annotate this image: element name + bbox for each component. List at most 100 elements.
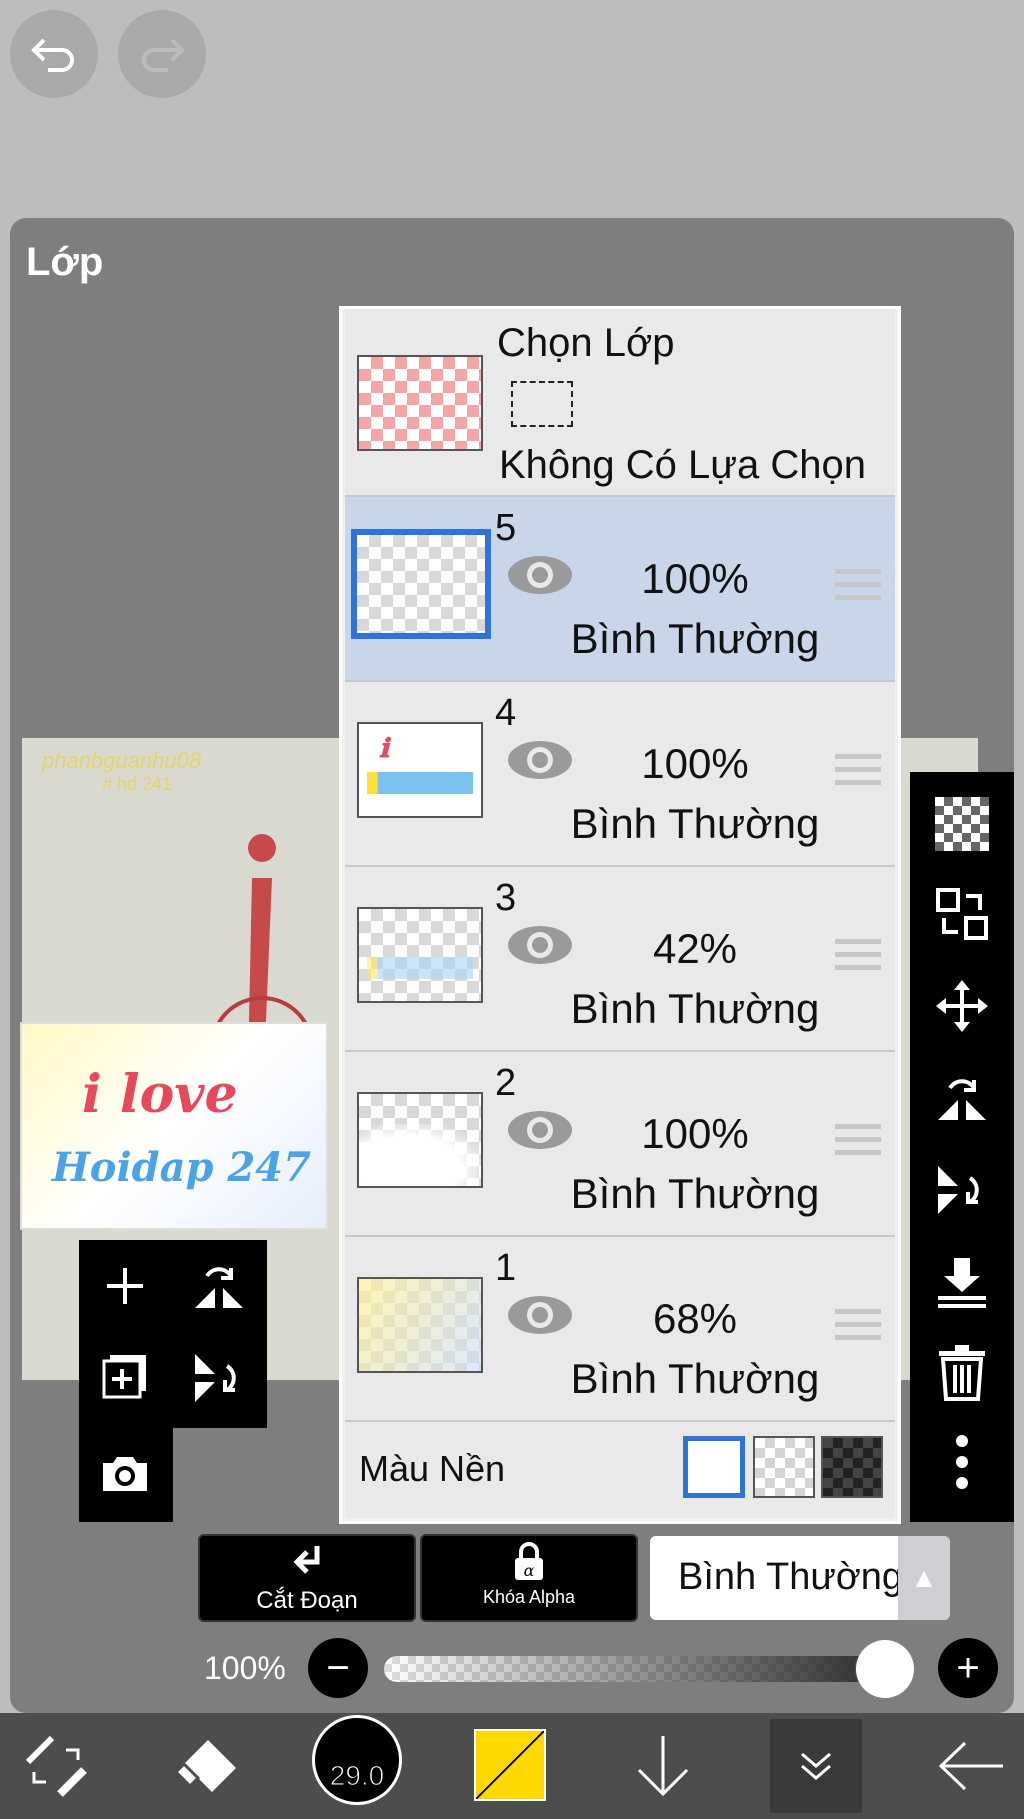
selection-thumbnail bbox=[357, 355, 483, 451]
background-color-label: Màu Nền bbox=[359, 1448, 506, 1489]
layer-opacity: 100% bbox=[641, 555, 749, 602]
layer-actions-toolbar bbox=[910, 772, 1014, 1522]
opacity-label: 100% bbox=[204, 1650, 286, 1686]
merge-down-icon[interactable] bbox=[932, 1252, 992, 1312]
canvas-watermark-tag: # hd 241 bbox=[102, 774, 173, 794]
drag-handle-icon[interactable] bbox=[835, 754, 881, 793]
flip-horizontal-icon[interactable] bbox=[189, 1256, 249, 1316]
redo-icon bbox=[142, 38, 185, 72]
chevron-up-icon: ▲ bbox=[898, 1536, 950, 1620]
blend-mode-select[interactable]: Bình Thường ▲ bbox=[650, 1536, 950, 1620]
layer-row-1[interactable]: 1 68% Bình Thường bbox=[345, 1237, 895, 1422]
collapse-panel-button[interactable] bbox=[770, 1719, 862, 1813]
transform-tool-button[interactable] bbox=[18, 1723, 94, 1809]
layer-number: 4 bbox=[495, 692, 517, 734]
add-layer-icon[interactable] bbox=[95, 1256, 155, 1316]
arrow-down-icon bbox=[637, 1736, 689, 1797]
layer-number: 2 bbox=[495, 1062, 517, 1104]
layer-mode: Bình Thường bbox=[570, 1355, 820, 1402]
thumbnail-art bbox=[359, 1279, 481, 1371]
layer-mode: Bình Thường bbox=[570, 1170, 820, 1217]
layer-list: Chọn Lớp Không Có Lựa Chọn 5 100% Bình T… bbox=[339, 306, 901, 1524]
background-white-option[interactable] bbox=[683, 1436, 745, 1498]
selection-title: Chọn Lớp bbox=[497, 321, 675, 365]
background-color-row: Màu Nền bbox=[345, 1422, 895, 1518]
layer-thumbnail bbox=[351, 529, 491, 639]
background-dark-option[interactable] bbox=[821, 1436, 883, 1498]
eye-icon[interactable] bbox=[507, 1295, 573, 1335]
svg-text:α: α bbox=[524, 1561, 535, 1580]
selection-layer-row[interactable]: Chọn Lớp Không Có Lựa Chọn bbox=[345, 309, 895, 497]
layer-thumbnail bbox=[357, 1277, 483, 1373]
selection-status: Không Có Lựa Chọn bbox=[499, 443, 867, 487]
layer-row-4[interactable]: ℹ 4 100% Bình Thường bbox=[345, 682, 895, 867]
layer-mode: Bình Thường bbox=[570, 615, 820, 662]
layer-opacity: 68% bbox=[652, 1295, 738, 1342]
transform-icon bbox=[25, 1735, 87, 1797]
panel-title: Lớp bbox=[26, 240, 104, 284]
flip-vertical-icon[interactable] bbox=[189, 1348, 249, 1408]
layer-number: 1 bbox=[495, 1247, 517, 1289]
back-button[interactable] bbox=[932, 1723, 1012, 1809]
blend-mode-value: Bình Thường bbox=[678, 1556, 904, 1598]
layer-number: 3 bbox=[495, 877, 517, 919]
camera-tool-panel bbox=[79, 1428, 173, 1522]
eye-icon[interactable] bbox=[507, 740, 573, 780]
layer-opacity: 42% bbox=[652, 925, 738, 972]
add-layer-tools bbox=[79, 1240, 267, 1428]
opacity-slider-thumb[interactable] bbox=[856, 1640, 914, 1698]
arrow-left-icon bbox=[938, 1741, 1003, 1791]
lock-icon: α bbox=[515, 1542, 543, 1580]
duplicate-layer-icon[interactable] bbox=[95, 1348, 155, 1408]
background-transparent-option[interactable] bbox=[753, 1436, 815, 1498]
brush-size-value: 29.0 bbox=[329, 1760, 385, 1792]
checkerboard-icon[interactable] bbox=[932, 794, 992, 854]
layer-mode: Bình Thường bbox=[570, 800, 820, 847]
layer-down-button[interactable] bbox=[630, 1723, 696, 1809]
drag-handle-icon[interactable] bbox=[835, 569, 881, 608]
color-swatch-button[interactable] bbox=[474, 1729, 546, 1801]
layer-thumbnail bbox=[357, 1092, 483, 1188]
minus-icon: − bbox=[326, 1645, 350, 1690]
layer-number: 5 bbox=[495, 507, 517, 549]
layer-row-5[interactable]: 5 100% Bình Thường bbox=[345, 497, 895, 682]
trash-icon[interactable] bbox=[932, 1342, 992, 1402]
clipping-button[interactable]: Cắt Đoạn bbox=[198, 1534, 416, 1622]
swap-layers-icon[interactable] bbox=[932, 884, 992, 944]
flip-horizontal-icon[interactable] bbox=[932, 1068, 992, 1128]
drag-handle-icon[interactable] bbox=[835, 1124, 881, 1163]
flip-vertical-icon[interactable] bbox=[932, 1160, 992, 1220]
eye-icon[interactable] bbox=[507, 925, 573, 965]
opacity-decrease-button[interactable]: − bbox=[308, 1638, 368, 1698]
opacity-increase-button[interactable]: + bbox=[938, 1638, 998, 1698]
more-options-icon[interactable] bbox=[932, 1432, 992, 1492]
eraser-tool-button[interactable] bbox=[168, 1723, 244, 1809]
alpha-lock-button[interactable]: α Khóa Alpha bbox=[420, 1534, 638, 1622]
double-chevron-down-icon bbox=[801, 1752, 831, 1780]
brush-size-button[interactable]: 29.0 bbox=[312, 1715, 402, 1805]
layer-opacity: 100% bbox=[641, 740, 749, 787]
layer-row-3[interactable]: 3 42% Bình Thường bbox=[345, 867, 895, 1052]
layer-row-2[interactable]: 2 100% Bình Thường bbox=[345, 1052, 895, 1237]
thumbnail-art bbox=[359, 1124, 481, 1186]
eraser-icon bbox=[173, 1740, 236, 1792]
thumbnail-text-love: i love bbox=[82, 1064, 238, 1125]
thumbnail-art-stroke bbox=[367, 772, 473, 794]
move-icon[interactable] bbox=[932, 976, 992, 1036]
opacity-slider-track[interactable] bbox=[384, 1656, 914, 1682]
thumbnail-art-stroke bbox=[367, 957, 473, 979]
undo-icon bbox=[31, 38, 74, 72]
clipping-icon bbox=[293, 1546, 320, 1574]
color-swatch-icon bbox=[476, 1731, 544, 1799]
reference-thumbnail: i love Hoidap 247 bbox=[20, 1022, 328, 1230]
redo-button[interactable] bbox=[118, 10, 206, 98]
drag-handle-icon[interactable] bbox=[835, 1309, 881, 1348]
eye-icon[interactable] bbox=[507, 555, 573, 595]
canvas-watermark: phanbguanhu08 bbox=[42, 748, 202, 773]
bottom-toolbar: 29.0 bbox=[0, 1713, 1024, 1819]
eye-icon[interactable] bbox=[507, 1110, 573, 1150]
camera-icon[interactable] bbox=[95, 1444, 155, 1504]
selection-marquee-icon bbox=[511, 381, 573, 427]
undo-button[interactable] bbox=[10, 10, 98, 98]
drag-handle-icon[interactable] bbox=[835, 939, 881, 978]
